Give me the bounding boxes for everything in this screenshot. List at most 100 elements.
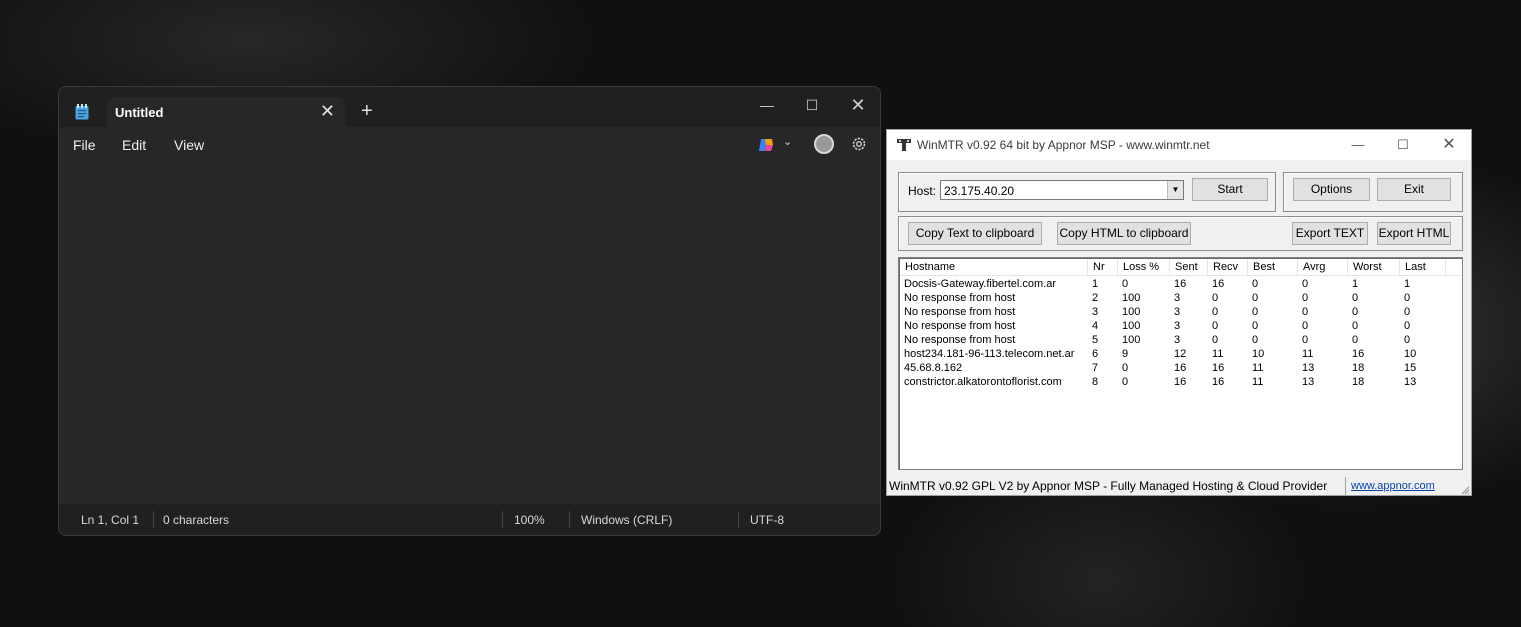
cell-sent: 3 [1174,334,1181,346]
notepad-app-icon [75,104,89,120]
line-ending[interactable]: Windows (CRLF) [581,513,672,527]
table-row[interactable]: constrictor.alkatorontoflorist.com 8 0 16 16… [900,375,1461,389]
table-row[interactable]: 45.68.8.162 7 0 16 16 11 13 18 15 [900,361,1461,375]
appnor-link[interactable]: www.appnor.com [1351,480,1435,492]
cell-best: 10 [1252,348,1265,360]
column-header-avrg[interactable]: Avrg [1298,259,1348,276]
cell-nr: 8 [1092,376,1099,388]
cell-nr: 2 [1092,292,1099,304]
cell-last: 0 [1404,320,1411,332]
text-editor-area[interactable] [59,161,880,506]
gear-icon[interactable] [850,135,868,153]
list-header: Hostname Nr Loss % Sent Recv Best Avrg Worst Las… [900,259,1461,276]
tab-title: Untitled [115,105,164,120]
cell-recv: 11 [1212,348,1224,360]
cell-avrg: 13 [1302,362,1315,374]
cell-last: 15 [1404,362,1417,374]
close-window-button[interactable]: ✕ [838,93,878,117]
cell-worst: 0 [1352,292,1359,304]
cell-last: 10 [1404,348,1417,360]
cell-nr: 7 [1092,362,1099,374]
menu-view[interactable]: View [174,137,204,153]
resize-grip-icon[interactable] [1460,485,1470,495]
export-text-button[interactable]: Export TEXT [1292,222,1368,245]
menu-file[interactable]: File [73,137,96,153]
copy-html-button[interactable]: Copy HTML to clipboard [1057,222,1191,245]
close-window-button[interactable]: ✕ [1429,134,1469,156]
cell-recv: 0 [1212,292,1219,304]
cell-avrg: 0 [1302,306,1309,318]
column-header-best[interactable]: Best [1248,259,1298,276]
cell-recv: 16 [1212,376,1225,388]
cursor-position: Ln 1, Col 1 [81,513,140,527]
table-row[interactable]: No response from host 3 100 3 0 0 0 0 0 [900,305,1461,319]
cell-best: 11 [1252,376,1264,388]
table-row[interactable]: Docsis-Gateway.fibertel.com.ar 1 0 16 16 0 0 1 1 [900,277,1461,291]
cell-worst: 18 [1352,362,1365,374]
cell-nr: 4 [1092,320,1099,332]
cell-loss: 0 [1122,278,1129,290]
cell-last: 0 [1404,292,1411,304]
host-label: Host: [908,184,937,198]
cell-worst: 1 [1352,278,1359,290]
cell-recv: 0 [1212,306,1219,318]
chevron-down-icon[interactable]: ⌄ [783,135,792,148]
menu-edit[interactable]: Edit [122,137,146,153]
cell-nr: 3 [1092,306,1099,318]
close-tab-icon[interactable]: ✕ [320,102,335,120]
export-html-button[interactable]: Export HTML [1377,222,1451,245]
maximize-button[interactable]: ☐ [1383,134,1423,156]
cell-worst: 0 [1352,320,1359,332]
column-header-last[interactable]: Last [1400,259,1446,276]
notepad-window: Untitled ✕ + — ☐ ✕ File Edit View ⌄ Ln 1… [58,86,881,536]
dropdown-arrow-icon[interactable]: ▼ [1167,181,1183,199]
cell-sent: 3 [1174,306,1181,318]
copilot-icon[interactable] [757,136,775,154]
hops-list-view[interactable]: Hostname Nr Loss % Sent Recv Best Avrg Worst Las… [898,257,1463,470]
cell-sent: 3 [1174,292,1181,304]
cell-worst: 18 [1352,376,1365,388]
cell-avrg: 11 [1302,348,1314,360]
copy-text-button[interactable]: Copy Text to clipboard [908,222,1042,245]
cell-worst: 0 [1352,334,1359,346]
minimize-button[interactable]: — [747,93,787,117]
column-header-worst[interactable]: Worst [1348,259,1400,276]
cell-hostname: No response from host [904,292,1016,304]
status-divider [569,511,570,528]
encoding[interactable]: UTF-8 [750,513,784,527]
host-combobox[interactable]: 23.175.40.20 ▼ [940,180,1184,200]
cell-sent: 16 [1174,362,1187,374]
cell-hostname: host234.181-96-113.telecom.net.ar [904,348,1075,360]
cell-worst: 16 [1352,348,1365,360]
table-row[interactable]: No response from host 4 100 3 0 0 0 0 0 [900,319,1461,333]
table-row[interactable]: No response from host 2 100 3 0 0 0 0 0 [900,291,1461,305]
status-divider [1345,477,1346,495]
cell-loss: 100 [1122,292,1141,304]
exit-button[interactable]: Exit [1377,178,1451,201]
cell-hostname: No response from host [904,320,1016,332]
table-row[interactable]: No response from host 5 100 3 0 0 0 0 0 [900,333,1461,347]
notepad-title-bar: Untitled ✕ + — ☐ ✕ [59,87,880,128]
options-button[interactable]: Options [1293,178,1370,201]
avatar[interactable] [814,134,834,154]
cell-recv: 16 [1212,362,1225,374]
cell-hostname: 45.68.8.162 [904,362,963,374]
column-header-nr[interactable]: Nr [1088,259,1118,276]
cell-nr: 1 [1092,278,1099,290]
table-row[interactable]: host234.181-96-113.telecom.net.ar 6 9 12 11 1… [900,347,1461,361]
cell-avrg: 13 [1302,376,1315,388]
minimize-button[interactable]: — [1338,134,1378,156]
cell-loss: 0 [1122,376,1129,388]
cell-hostname: constrictor.alkatorontoflorist.com [904,376,1062,388]
cell-hostname: No response from host [904,334,1016,346]
column-header-hostname[interactable]: Hostname [900,259,1088,276]
start-button[interactable]: Start [1192,178,1268,201]
zoom-level[interactable]: 100% [514,513,545,527]
column-header-loss[interactable]: Loss % [1118,259,1170,276]
status-divider [502,511,503,528]
maximize-button[interactable]: ☐ [792,93,832,117]
new-tab-icon[interactable]: + [361,101,373,121]
tab-untitled[interactable]: Untitled ✕ [107,97,345,128]
column-header-sent[interactable]: Sent [1170,259,1208,276]
column-header-recv[interactable]: Recv [1208,259,1248,276]
